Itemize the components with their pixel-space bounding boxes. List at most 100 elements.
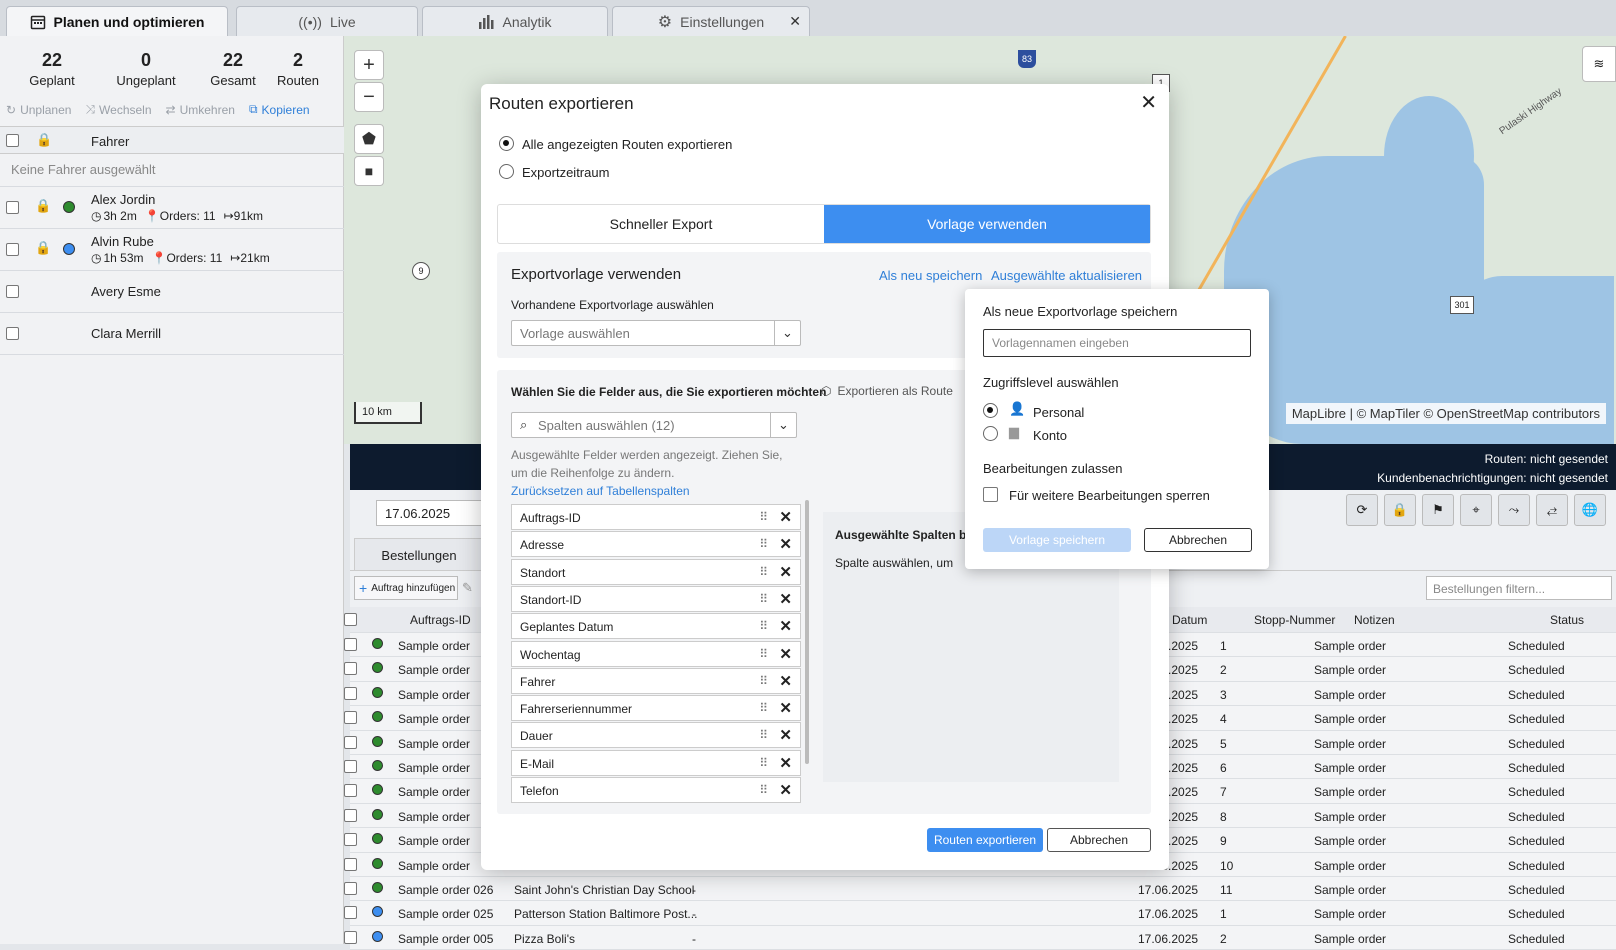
swap-button[interactable]: ⤨ Wechseln — [85, 102, 151, 117]
export-field-item[interactable]: Auftrags-ID ⠿ ✕ — [511, 504, 801, 530]
remove-icon[interactable]: ✕ — [779, 672, 792, 690]
row-checkbox[interactable] — [344, 711, 357, 725]
row-checkbox[interactable] — [344, 881, 357, 895]
driver-row[interactable]: 🔒 Alvin Rube ◷ 1h 53m 📍 Orders: 11 ↦ 21km — [0, 229, 344, 271]
tab-analytik[interactable]: Analytik — [422, 6, 608, 36]
export-routes-button[interactable]: Routen exportieren — [927, 828, 1043, 852]
drag-handle-icon[interactable]: ⠿ — [759, 592, 768, 606]
remove-icon[interactable]: ✕ — [779, 699, 792, 717]
copy-button[interactable]: ⧉ Kopieren — [249, 102, 310, 117]
drag-handle-icon[interactable]: ⠿ — [759, 647, 768, 661]
tab-bestellungen[interactable]: Bestellungen — [354, 538, 484, 570]
remove-icon[interactable]: ✕ — [779, 508, 792, 526]
orders-filter-input[interactable]: Bestellungen filtern... — [1426, 576, 1612, 600]
radio-all-routes[interactable] — [499, 136, 514, 151]
globe-icon[interactable]: 🌐 — [1574, 494, 1606, 526]
tab-live[interactable]: ((•)) Live — [236, 6, 418, 36]
remove-icon[interactable]: ✕ — [779, 645, 792, 663]
save-as-new-link[interactable]: Als neu speichern — [879, 268, 982, 283]
export-field-item[interactable]: Wochentag ⠿ ✕ — [511, 640, 801, 667]
drag-handle-icon[interactable]: ⠿ — [759, 510, 768, 524]
add-order-button[interactable]: + Auftrag hinzufügen — [354, 576, 458, 600]
row-checkbox[interactable] — [344, 906, 357, 920]
table-row[interactable]: Sample order 005 Pizza Boli's - 17.06.20… — [344, 925, 1616, 950]
date-field[interactable]: 17.06.2025 — [376, 500, 486, 526]
location-pin-icon[interactable]: ⌖ — [1460, 494, 1492, 526]
export-field-item[interactable]: Dauer ⠿ ✕ — [511, 722, 801, 749]
columns-select[interactable]: ⌕ Spalten auswählen (12) ⌄ — [511, 412, 797, 438]
drag-handle-icon[interactable]: ⠿ — [759, 756, 768, 770]
export-field-item[interactable]: Adresse ⠿ ✕ — [511, 531, 801, 558]
drag-handle-icon[interactable]: ⠿ — [759, 701, 768, 715]
route-optimize-icon[interactable]: ⥄ — [1536, 494, 1568, 526]
lock-icon[interactable]: 🔒 — [1384, 494, 1416, 526]
save-template-button[interactable]: Vorlage speichern — [983, 528, 1131, 552]
driver-row[interactable]: 🔒 Alex Jordin ◷ 3h 2m 📍 Orders: 11 ↦ 91km — [0, 187, 344, 229]
export-field-item[interactable]: Standort ⠿ ✕ — [511, 558, 801, 585]
lock-icon[interactable]: 🔒 — [35, 240, 51, 256]
remove-icon[interactable]: ✕ — [779, 781, 792, 799]
remove-icon[interactable]: ✕ — [779, 535, 792, 553]
remove-icon[interactable]: ✕ — [779, 563, 792, 581]
refresh-icon[interactable]: ⟳ — [1346, 494, 1378, 526]
drag-handle-icon[interactable]: ⠿ — [759, 783, 768, 797]
scrollbar[interactable] — [805, 500, 809, 764]
drag-handle-icon[interactable]: ⠿ — [759, 674, 768, 688]
column-header[interactable]: Datum — [1172, 613, 1207, 627]
radio-personal[interactable] — [983, 403, 998, 418]
row-checkbox[interactable] — [344, 662, 357, 676]
flag-icon[interactable]: ⚑ — [1422, 494, 1454, 526]
tab-use-template[interactable]: Vorlage verwenden — [824, 205, 1150, 243]
map-attribution[interactable]: MapLibre | © MapTiler © OpenStreetMap co… — [1285, 403, 1606, 424]
export-field-item[interactable]: Geplantes Datum ⠿ ✕ — [511, 613, 801, 640]
row-checkbox[interactable] — [344, 735, 357, 749]
export-as-route[interactable]: ⬡ Exportieren als Route — [821, 384, 953, 398]
row-checkbox[interactable] — [344, 930, 357, 944]
export-field-item[interactable]: Fahrerseriennummer ⠿ ✕ — [511, 695, 801, 722]
tab-quick-export[interactable]: Schneller Export — [498, 205, 824, 243]
row-checkbox[interactable] — [344, 638, 357, 651]
cancel-button[interactable]: Abbrechen — [1144, 528, 1252, 552]
driver-row[interactable]: Avery Esme — [0, 271, 344, 313]
export-field-item[interactable]: Standort-ID ⠿ ✕ — [511, 585, 801, 612]
drag-handle-icon[interactable]: ⠿ — [759, 619, 768, 633]
column-header[interactable]: Stopp-Nummer — [1254, 613, 1335, 627]
table-row[interactable]: Sample order 025 Patterson Station Balti… — [344, 901, 1616, 926]
rectangle-tool-icon[interactable]: ■ — [354, 156, 384, 186]
row-checkbox[interactable] — [6, 243, 19, 256]
export-field-item[interactable]: E-Mail ⠿ ✕ — [511, 749, 801, 776]
reset-columns-link[interactable]: Zurücksetzen auf Tabellenspalten — [511, 484, 690, 498]
select-all-checkbox[interactable] — [6, 134, 19, 147]
row-checkbox[interactable] — [344, 759, 357, 773]
row-checkbox[interactable] — [6, 201, 19, 214]
reverse-button[interactable]: ⇄ Umkehren — [166, 102, 235, 117]
close-tab-icon[interactable]: ✕ — [789, 13, 801, 30]
export-field-item[interactable]: Telefon ⠿ ✕ — [511, 777, 801, 803]
lock-icon[interactable]: 🔒 — [35, 198, 51, 214]
update-selected-link[interactable]: Ausgewählte aktualisieren — [991, 268, 1142, 283]
remove-icon[interactable]: ✕ — [779, 726, 792, 744]
drag-handle-icon[interactable]: ⠿ — [759, 565, 768, 579]
row-checkbox[interactable] — [344, 808, 357, 822]
close-icon[interactable]: ✕ — [1140, 90, 1157, 115]
edit-icon[interactable]: ✎ — [462, 580, 473, 596]
unplan-button[interactable]: ↻ Unplanen — [6, 102, 71, 117]
lock-edits-checkbox[interactable] — [983, 487, 998, 502]
row-checkbox[interactable] — [6, 327, 19, 340]
row-checkbox[interactable] — [6, 285, 19, 298]
export-field-item[interactable]: Fahrer ⠿ ✕ — [511, 667, 801, 694]
remove-icon[interactable]: ✕ — [779, 617, 792, 635]
layers-icon[interactable]: ≋ — [1582, 46, 1616, 82]
select-all-checkbox[interactable] — [344, 613, 357, 626]
radio-export-range[interactable] — [499, 164, 514, 179]
radio-account[interactable] — [983, 426, 998, 441]
row-checkbox[interactable] — [344, 784, 357, 798]
column-header[interactable]: Notizen — [1354, 613, 1395, 627]
polygon-tool-icon[interactable]: ⬟ — [354, 124, 384, 154]
zoom-out-button[interactable]: − — [354, 82, 384, 112]
row-checkbox[interactable] — [344, 686, 357, 700]
column-header[interactable]: Auftrags-ID — [410, 613, 471, 627]
tab-einstellungen[interactable]: ⚙ Einstellungen ✕ — [612, 6, 810, 36]
remove-icon[interactable]: ✕ — [779, 590, 792, 608]
remove-icon[interactable]: ✕ — [779, 754, 792, 772]
